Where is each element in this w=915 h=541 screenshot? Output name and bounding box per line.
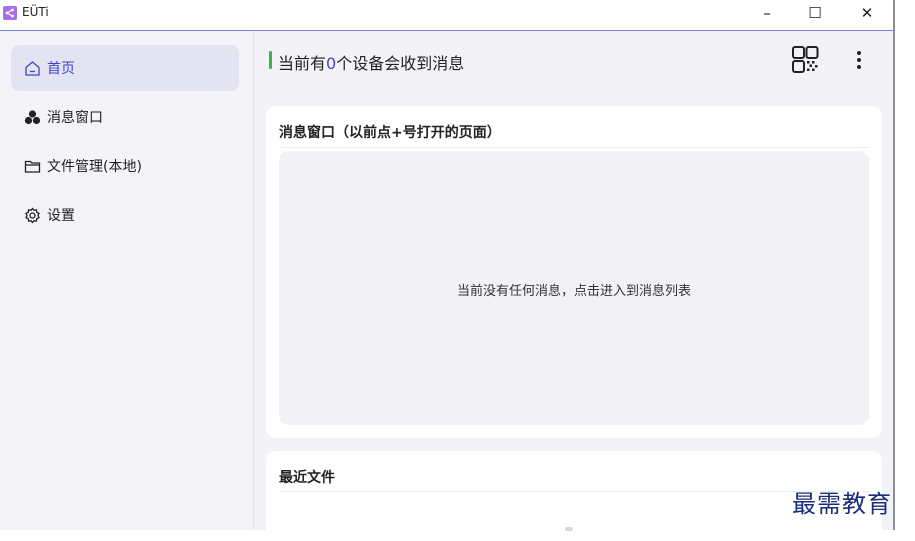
status-suffix: 个设备会收到消息	[336, 54, 465, 73]
home-icon	[23, 59, 41, 77]
divider	[279, 491, 869, 492]
message-card-title: 消息窗口（以前点+号打开的页面）	[279, 125, 501, 141]
qr-code-icon	[792, 46, 819, 73]
sidebar: 首页 消息窗口 文件管理(本地) 设置	[0, 31, 254, 530]
sidebar-item-files[interactable]: 文件管理(本地)	[11, 143, 239, 189]
watermark-text: 最需教育	[792, 490, 892, 518]
sidebar-item-label: 文件管理(本地)	[47, 159, 142, 175]
empty-message-text: 当前没有任何消息，点击进入到消息列表	[456, 284, 691, 299]
app-title: EÜTi	[22, 5, 49, 19]
sidebar-item-label: 首页	[47, 61, 75, 77]
folder-icon	[23, 157, 41, 175]
sidebar-item-label: 设置	[47, 208, 75, 224]
sidebar-item-messages[interactable]: 消息窗口	[11, 94, 239, 140]
maximize-button[interactable]: ☐	[792, 0, 838, 28]
message-window-card: 消息窗口（以前点+号打开的页面） 当前没有任何消息，点击进入到消息列表	[266, 106, 882, 438]
main-content: 当前有0个设备会收到消息 消息窗口（以前点+号打开的页面） 当前没有任何消息，点…	[254, 31, 893, 541]
loading-indicator	[565, 527, 573, 531]
close-button[interactable]: ✕	[844, 0, 890, 28]
recent-files-title: 最近文件	[279, 470, 335, 486]
divider	[279, 147, 869, 148]
sidebar-item-label: 消息窗口	[47, 110, 103, 126]
app-logo-icon	[3, 6, 17, 20]
sidebar-item-settings[interactable]: 设置	[11, 192, 239, 238]
status-prefix: 当前有	[278, 54, 327, 73]
minimize-button[interactable]: –	[744, 0, 790, 28]
sidebar-item-home[interactable]: 首页	[11, 45, 239, 91]
status-indicator	[269, 51, 272, 69]
window-border	[893, 0, 895, 530]
device-count: 0	[326, 54, 337, 73]
gear-icon	[23, 206, 41, 224]
title-bar: EÜTi – ☐ ✕	[0, 0, 893, 31]
messages-icon	[23, 108, 41, 126]
qr-code-button[interactable]	[790, 45, 820, 75]
more-vertical-icon	[857, 51, 861, 69]
message-list-area[interactable]: 当前没有任何消息，点击进入到消息列表	[279, 151, 869, 425]
device-status: 当前有0个设备会收到消息	[278, 50, 464, 74]
recent-files-card: 最近文件	[266, 451, 882, 541]
more-menu-button[interactable]	[848, 45, 870, 75]
